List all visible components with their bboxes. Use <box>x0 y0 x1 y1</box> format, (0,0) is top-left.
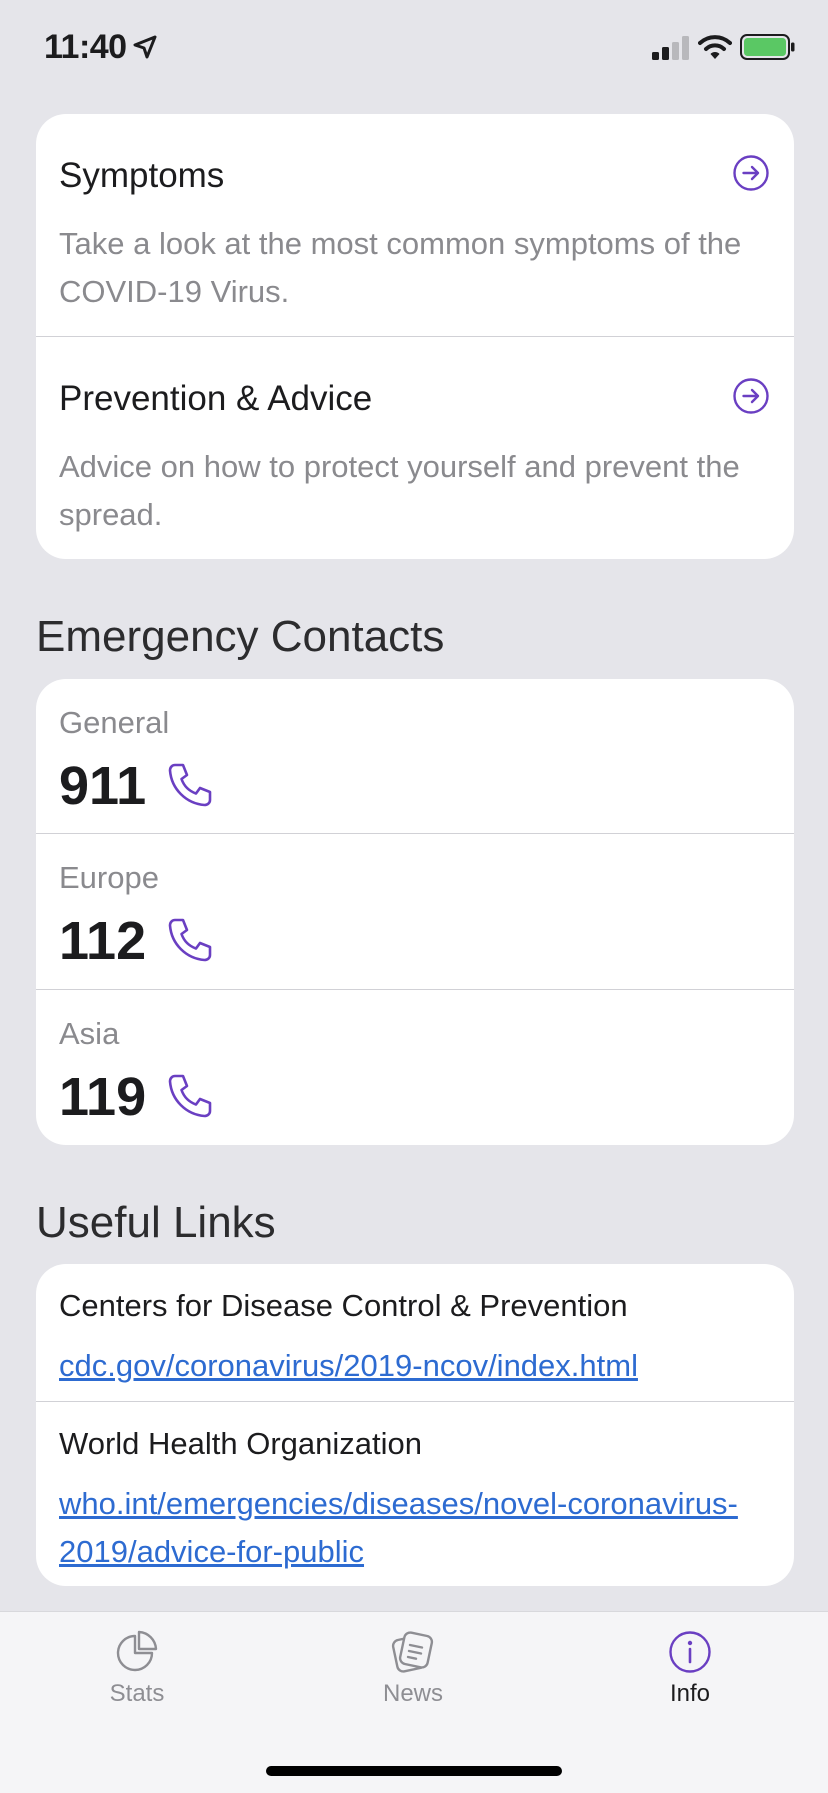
symptoms-title: Symptoms <box>59 156 225 195</box>
location-arrow-icon <box>133 35 157 59</box>
news-icon <box>391 1631 434 1673</box>
tab-label: News <box>382 1680 443 1707</box>
info-card: Symptoms Take a look at the most common … <box>36 114 794 559</box>
contact-row-asia[interactable]: Asia 119 <box>36 990 794 1145</box>
status-bar: 11:40 <box>0 0 828 100</box>
status-time: 11:40 <box>44 28 127 66</box>
prevention-row[interactable]: Prevention & Advice Advice on how to pro… <box>36 337 794 559</box>
tab-label: Info <box>669 1680 711 1707</box>
wifi-icon <box>698 35 732 59</box>
contact-number: 119 <box>59 1067 147 1127</box>
tab-info[interactable]: Info <box>590 1612 790 1722</box>
link-title: Centers for Disease Control & Prevention <box>59 1288 628 1323</box>
symptoms-description: Take a look at the most common symptoms … <box>59 226 742 309</box>
cellular-signal-icon <box>652 36 689 60</box>
prevention-description: Advice on how to protect yourself and pr… <box>59 449 740 532</box>
phone-icon[interactable] <box>166 761 214 809</box>
home-indicator <box>266 1766 562 1776</box>
contact-region: General <box>59 705 170 740</box>
arrow-right-circle-icon[interactable] <box>732 154 770 192</box>
prevention-title: Prevention & Advice <box>59 379 373 418</box>
link-row-who: World Health Organization who.int/emerge… <box>36 1402 794 1586</box>
cdc-link[interactable]: cdc.gov/coronavirus/2019-ncov/index.html <box>59 1342 779 1390</box>
link-title: World Health Organization <box>59 1426 422 1461</box>
contact-region: Asia <box>59 1016 120 1051</box>
emergency-contacts-heading: Emergency Contacts <box>36 612 445 661</box>
battery-icon <box>740 34 795 60</box>
pie-chart-icon <box>116 1630 158 1672</box>
useful-links-card: Centers for Disease Control & Prevention… <box>36 1264 794 1586</box>
arrow-right-circle-icon[interactable] <box>732 377 770 415</box>
symptoms-row[interactable]: Symptoms Take a look at the most common … <box>36 114 794 336</box>
contact-row-general[interactable]: General 911 <box>36 679 794 833</box>
tab-news[interactable]: News <box>313 1612 513 1722</box>
tab-stats[interactable]: Stats <box>37 1612 237 1722</box>
emergency-contacts-card: General 911 Europe 112 Asia 119 <box>36 679 794 1145</box>
contact-number: 911 <box>59 756 147 816</box>
useful-links-heading: Useful Links <box>36 1198 276 1247</box>
link-row-cdc: Centers for Disease Control & Prevention… <box>36 1264 794 1401</box>
info-icon <box>669 1631 711 1673</box>
contact-region: Europe <box>59 860 159 895</box>
who-link[interactable]: who.int/emergencies/diseases/novel-coron… <box>59 1480 779 1576</box>
contact-number: 112 <box>59 911 147 971</box>
phone-icon[interactable] <box>166 1072 214 1120</box>
tab-label: Stats <box>109 1680 165 1707</box>
phone-icon[interactable] <box>166 916 214 964</box>
contact-row-europe[interactable]: Europe 112 <box>36 834 794 988</box>
